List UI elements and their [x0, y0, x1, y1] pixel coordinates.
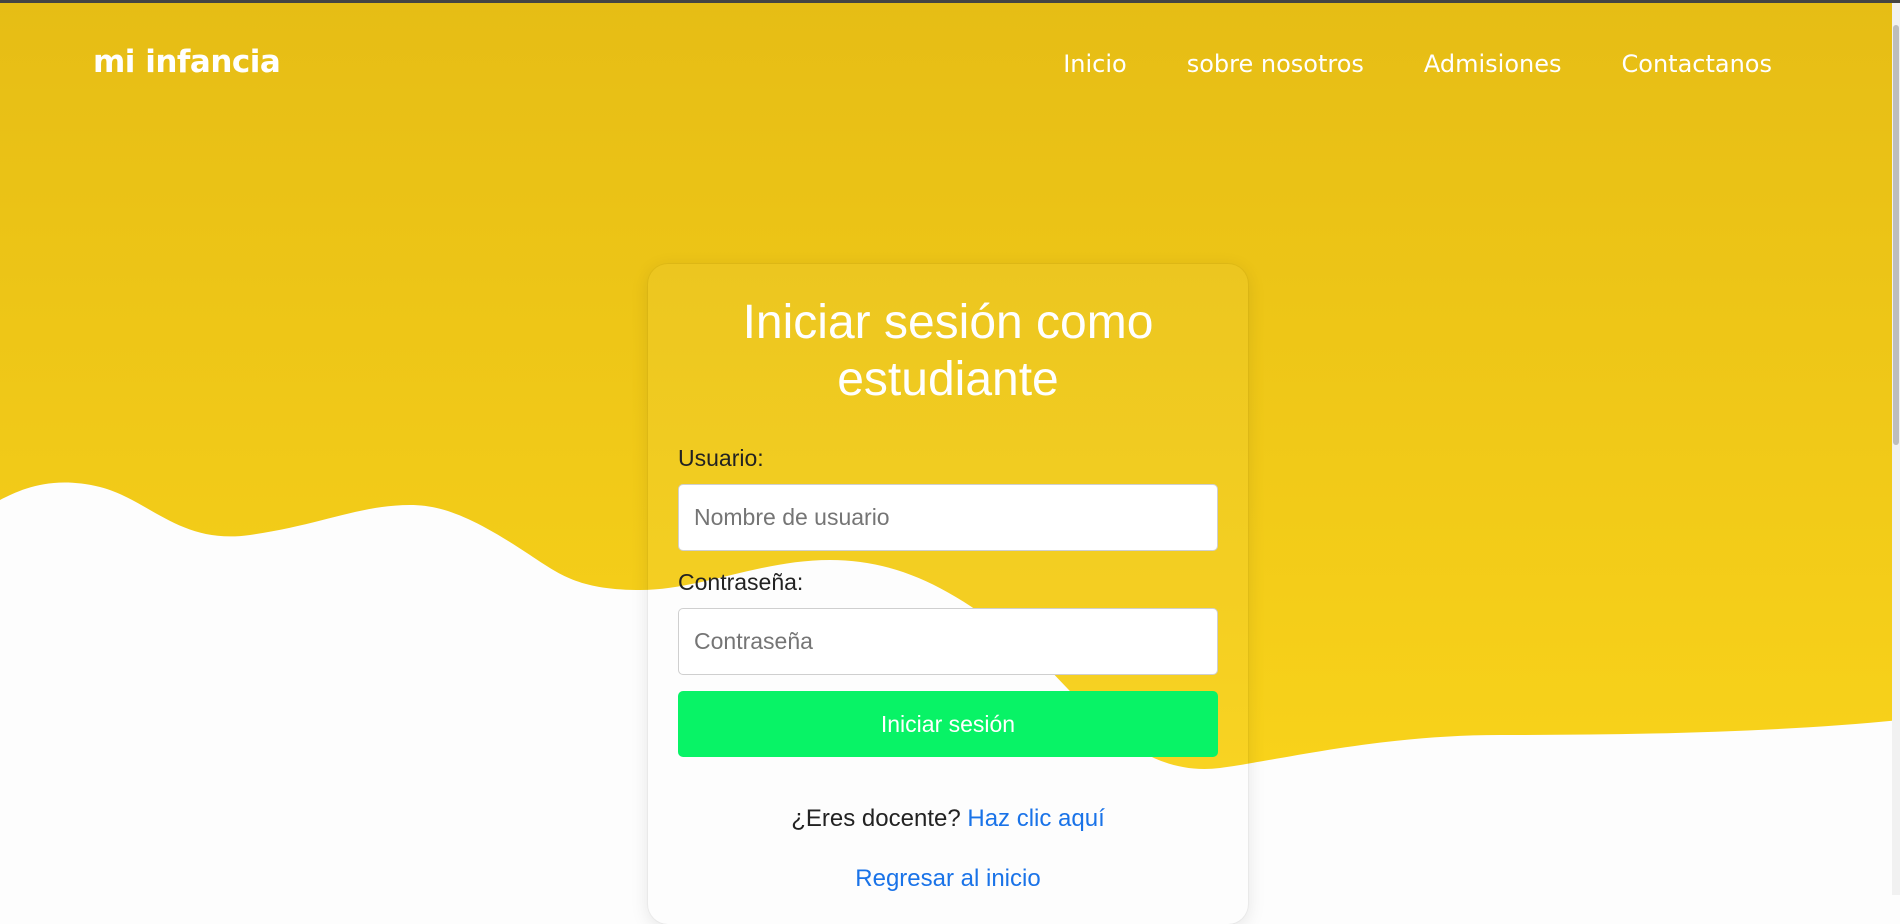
nav-links: Inicio sobre nosotros Admisiones Contact…	[1063, 50, 1772, 78]
teacher-prompt-text: ¿Eres docente?	[791, 805, 961, 832]
password-label: Contraseña:	[678, 569, 804, 595]
login-submit-button[interactable]: Iniciar sesión	[678, 691, 1218, 757]
password-input[interactable]	[678, 608, 1218, 675]
login-card: Iniciar sesión como estudiante Usuario: …	[648, 264, 1248, 924]
back-home-link[interactable]: Regresar al inicio	[855, 865, 1040, 892]
nav-link-contactanos[interactable]: Contactanos	[1622, 50, 1772, 78]
nav-link-admisiones[interactable]: Admisiones	[1424, 50, 1562, 78]
page-scrollbar[interactable]	[1892, 3, 1900, 895]
nav-link-inicio[interactable]: Inicio	[1063, 50, 1127, 78]
scrollbar-thumb[interactable]	[1893, 25, 1899, 445]
login-title: Iniciar sesión como estudiante	[742, 296, 1154, 406]
top-navbar: mi infancia Inicio sobre nosotros Admisi…	[0, 0, 1900, 135]
back-home-line: Regresar al inicio	[678, 865, 1218, 893]
username-input[interactable]	[678, 484, 1218, 551]
nav-link-sobre-nosotros[interactable]: sobre nosotros	[1187, 50, 1364, 78]
username-label: Usuario:	[678, 445, 764, 471]
teacher-login-link[interactable]: Haz clic aquí	[967, 805, 1104, 832]
brand-logo[interactable]: mi infancia	[93, 44, 281, 80]
window-top-border	[0, 0, 1900, 3]
teacher-prompt-line: ¿Eres docente? Haz clic aquí	[678, 805, 1218, 833]
